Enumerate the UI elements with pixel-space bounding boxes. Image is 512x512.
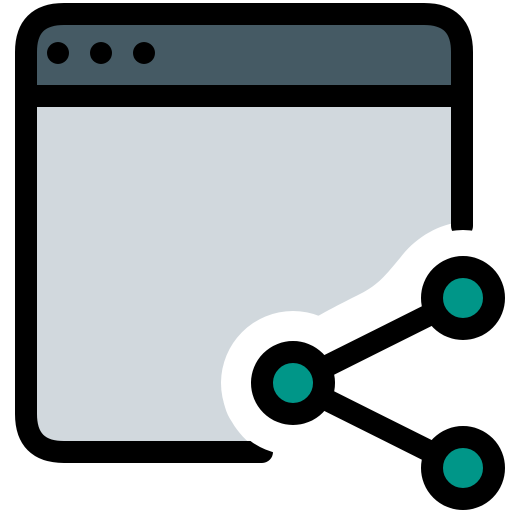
icon-canvas — [0, 0, 512, 512]
window-dot-1 — [47, 42, 69, 64]
share-node-bottom — [421, 426, 505, 510]
window-dot-2 — [90, 42, 112, 64]
share-node-top — [421, 256, 505, 340]
window-dot-3 — [133, 42, 155, 64]
share-node-left — [251, 341, 335, 425]
browser-window-share-icon — [15, 3, 512, 512]
